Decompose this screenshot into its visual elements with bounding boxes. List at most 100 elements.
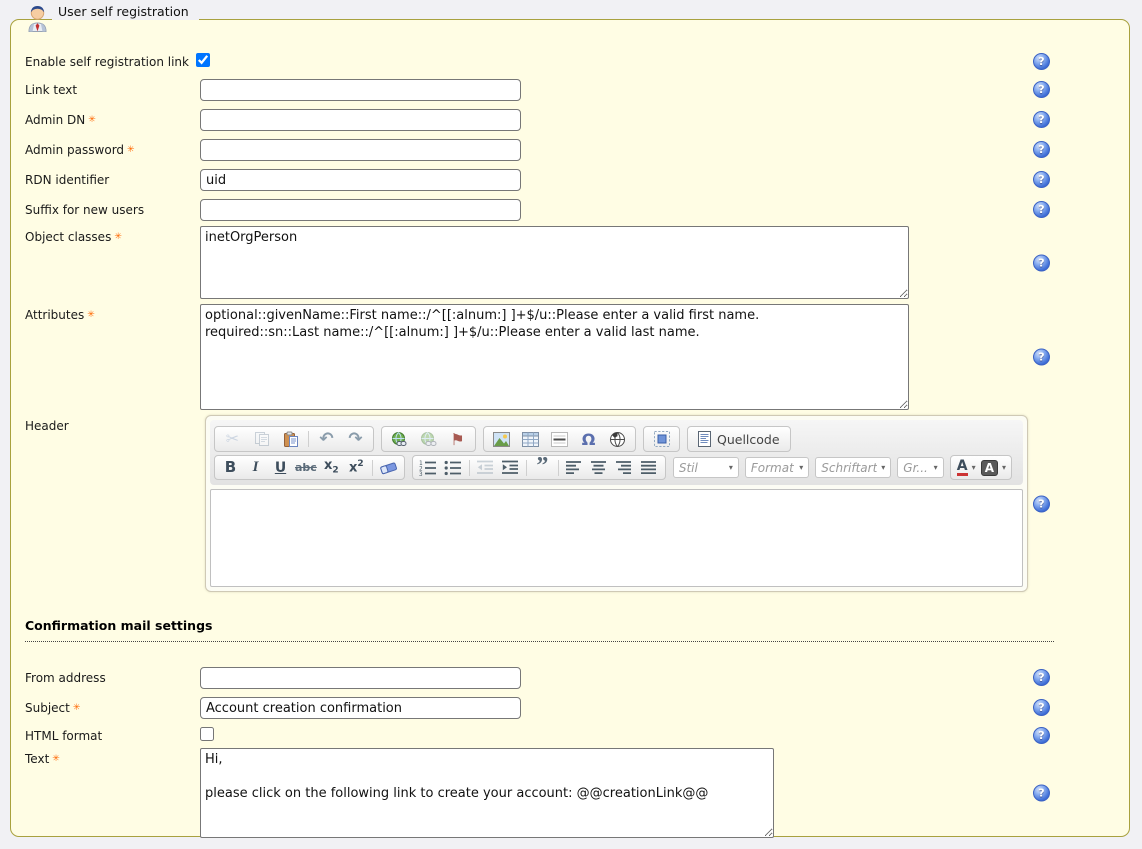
link-icon [390,431,409,448]
source-button-label: Quellcode [717,432,780,447]
size-dropdown[interactable]: Gr...▾ [897,457,943,478]
maximize-button[interactable] [647,428,676,450]
required-marker: ✳ [73,703,81,713]
admin-dn-input[interactable] [200,109,521,131]
bold-icon: B [225,460,236,475]
html-format-checkbox[interactable] [200,727,214,741]
align-right-icon [616,461,632,475]
source-icon [698,431,711,447]
attributes-textarea[interactable]: optional::givenName::First name::/^[[:al… [200,304,909,410]
italic-button[interactable]: I [243,457,268,479]
from-address-label: From address [25,667,200,685]
toolbar-separator [372,460,373,476]
toolbar-separator [469,460,470,476]
remove-format-button[interactable] [376,457,401,479]
toolbar-group: Ω [483,426,636,452]
style-dropdown[interactable]: Stil▾ [673,457,739,478]
help-icon[interactable]: ? [1033,785,1050,802]
chevron-down-icon: ▾ [799,463,803,472]
help-icon[interactable]: ? [1033,669,1050,686]
required-marker: ✳ [114,232,122,242]
copy-button[interactable] [247,428,276,450]
source-button[interactable]: Quellcode [691,428,787,450]
anchor-button[interactable]: ⚑ [443,428,472,450]
subject-input[interactable] [200,697,521,719]
underline-button[interactable]: U [268,457,293,479]
object-classes-label: Object classes✳ [25,226,200,244]
strike-icon: abc [295,462,317,473]
undo-icon: ↶ [319,432,333,446]
blockquote-button[interactable]: ” [530,457,555,479]
copy-icon [254,431,270,447]
subject-label: Subject✳ [25,697,200,715]
font-dropdown-label: Schriftart [821,461,877,475]
editor-content[interactable] [210,489,1023,587]
from-address-input[interactable] [200,667,521,689]
align-center-icon [591,461,607,475]
help-icon[interactable]: ? [1033,349,1050,366]
help-icon[interactable]: ? [1033,727,1050,744]
row-from-address: From address ? [25,667,1129,689]
align-center-button[interactable] [587,457,612,479]
special-character-button[interactable]: Ω [574,428,603,450]
outdent-icon [476,460,494,475]
help-icon[interactable]: ? [1033,53,1050,70]
editor-toolbar-row-2: BIUabcx2x2123”Stil▾Format▾Schriftart▾Gr.… [214,455,1019,480]
outdent-button[interactable] [473,457,498,479]
format-dropdown-label: Format [751,461,794,475]
redo-button[interactable]: ↷ [341,428,370,450]
suffix-input[interactable] [200,199,521,221]
suffix-label: Suffix for new users [25,199,200,217]
strike-button[interactable]: abc [293,457,319,479]
background-color-button[interactable]: A▾ [979,457,1008,479]
style-dropdown-label: Stil [679,461,698,475]
help-icon[interactable]: ? [1033,141,1050,158]
horizontal-rule-button[interactable] [545,428,574,450]
unlink-button[interactable] [414,428,443,450]
paste-button[interactable] [276,428,305,450]
text-color-button[interactable]: A▾ [954,457,979,479]
align-left-button[interactable] [562,457,587,479]
undo-button[interactable]: ↶ [312,428,341,450]
table-button[interactable] [516,428,545,450]
bold-button[interactable]: B [218,457,243,479]
help-icon[interactable]: ? [1033,699,1050,716]
toolbar-group: BIUabcx2x2 [214,455,405,480]
richtext-editor: ✂↶↷⚑ΩQuellcode BIUabcx2x2123”Stil▾Format… [205,415,1028,592]
help-icon[interactable]: ? [1033,495,1050,512]
numbered-list-button[interactable]: 123 [416,457,441,479]
indent-button[interactable] [498,457,523,479]
attributes-label-text: Attributes [25,308,84,322]
image-button[interactable] [487,428,516,450]
iframe-button[interactable] [603,428,632,450]
align-justify-button[interactable] [637,457,662,479]
help-icon[interactable]: ? [1033,201,1050,218]
svg-text:3: 3 [419,471,423,476]
cut-button[interactable]: ✂ [218,428,247,450]
font-dropdown[interactable]: Schriftart▾ [815,457,891,478]
help-icon[interactable]: ? [1033,81,1050,98]
rdn-input[interactable] [200,169,521,191]
bulleted-list-button[interactable] [441,457,466,479]
row-admin-password: Admin password✳ ? [25,139,1129,161]
link-button[interactable] [385,428,414,450]
admin-password-label: Admin password✳ [25,139,200,157]
help-icon[interactable]: ? [1033,254,1050,271]
align-right-button[interactable] [612,457,637,479]
help-icon[interactable]: ? [1033,111,1050,128]
link-text-input[interactable] [200,79,521,101]
format-dropdown[interactable]: Format ▾ [745,457,809,478]
help-icon[interactable]: ? [1033,171,1050,188]
user-icon [26,4,49,37]
link-text-label: Link text [25,79,200,97]
object-classes-textarea[interactable]: inetOrgPerson [200,226,909,299]
background-color-icon: A▾ [981,460,1006,476]
editor-toolbar-row-1: ✂ ↶ ↷ ⚑ Ω Quellcode [214,426,1019,452]
text-textarea[interactable]: Hi, please click on the following link t… [200,748,774,838]
enable-checkbox[interactable] [196,53,210,67]
rdn-label: RDN identifier [25,169,200,187]
subscript-button[interactable]: x2 [319,457,344,479]
admin-password-input[interactable] [200,139,521,161]
toolbar-separator [526,460,527,476]
superscript-button[interactable]: x2 [344,457,369,479]
